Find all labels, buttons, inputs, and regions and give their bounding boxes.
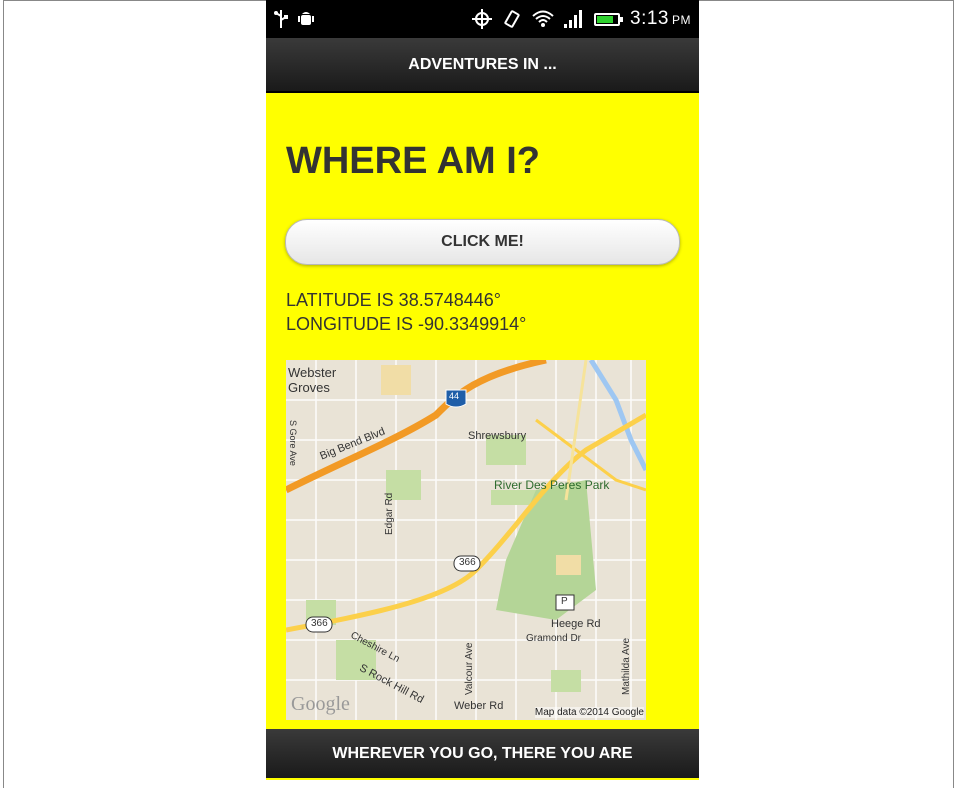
map-label-edgar-rd: Edgar Rd (384, 492, 395, 535)
app-header: ADVENTURES IN ... (266, 38, 699, 93)
app-title: ADVENTURES IN ... (408, 55, 557, 73)
map-label-webster: Webster (288, 365, 337, 380)
map-label-valcour-ave: Valcour Ave (464, 642, 475, 695)
clock: 3:13 PM (630, 8, 691, 29)
usb-icon (274, 10, 288, 28)
android-debug-icon (298, 10, 314, 28)
page-title: WHERE AM I? (286, 140, 541, 182)
longitude-text: LONGITUDE IS -90.3349914° (286, 314, 527, 334)
signal-icon (564, 10, 584, 28)
map-label-groves: Groves (288, 380, 330, 395)
battery-icon (594, 12, 624, 26)
map-label-gore-ave: S Gore Ave (288, 420, 298, 466)
map-label-route-366-a: 366 (459, 557, 476, 568)
map-label-weber-rd: Weber Rd (454, 700, 504, 712)
map-label-parking: P (561, 596, 568, 607)
map-label-route-366-b: 366 (311, 618, 328, 629)
map-label-route-44: 44 (449, 391, 460, 401)
latitude-text: LATITUDE IS 38.5748446° (286, 290, 501, 310)
vibrate-icon (502, 9, 522, 29)
status-bar: 3:13 PM (266, 0, 699, 38)
map-view[interactable]: Webster Groves S Gore Ave Big Bend Blvd … (286, 360, 646, 720)
map-label-heege-rd: Heege Rd (551, 618, 601, 630)
map-label-gramond-dr: Gramond Dr (526, 633, 582, 644)
coordinates-text: LATITUDE IS 38.5748446° LONGITUDE IS -90… (286, 288, 526, 336)
map-label-shrewsbury: Shrewsbury (468, 430, 527, 442)
map-label-mathilda-ave: Mathilda Ave (621, 637, 632, 695)
app-footer: WHEREVER YOU GO, THERE YOU ARE (266, 729, 699, 780)
google-logo: Google (291, 693, 350, 715)
click-me-button[interactable]: CLICK ME! (285, 219, 680, 265)
map-label-river-park: River Des Peres Park (494, 478, 610, 492)
gps-icon (472, 9, 493, 29)
phone-screen: 3:13 PM ADVENTURES IN ... WHERE AM I? CLI… (266, 0, 699, 780)
footer-text: WHEREVER YOU GO, THERE YOU ARE (332, 744, 633, 762)
wifi-icon (532, 10, 554, 28)
map-attribution[interactable]: Map data ©2014 Google (534, 707, 644, 718)
